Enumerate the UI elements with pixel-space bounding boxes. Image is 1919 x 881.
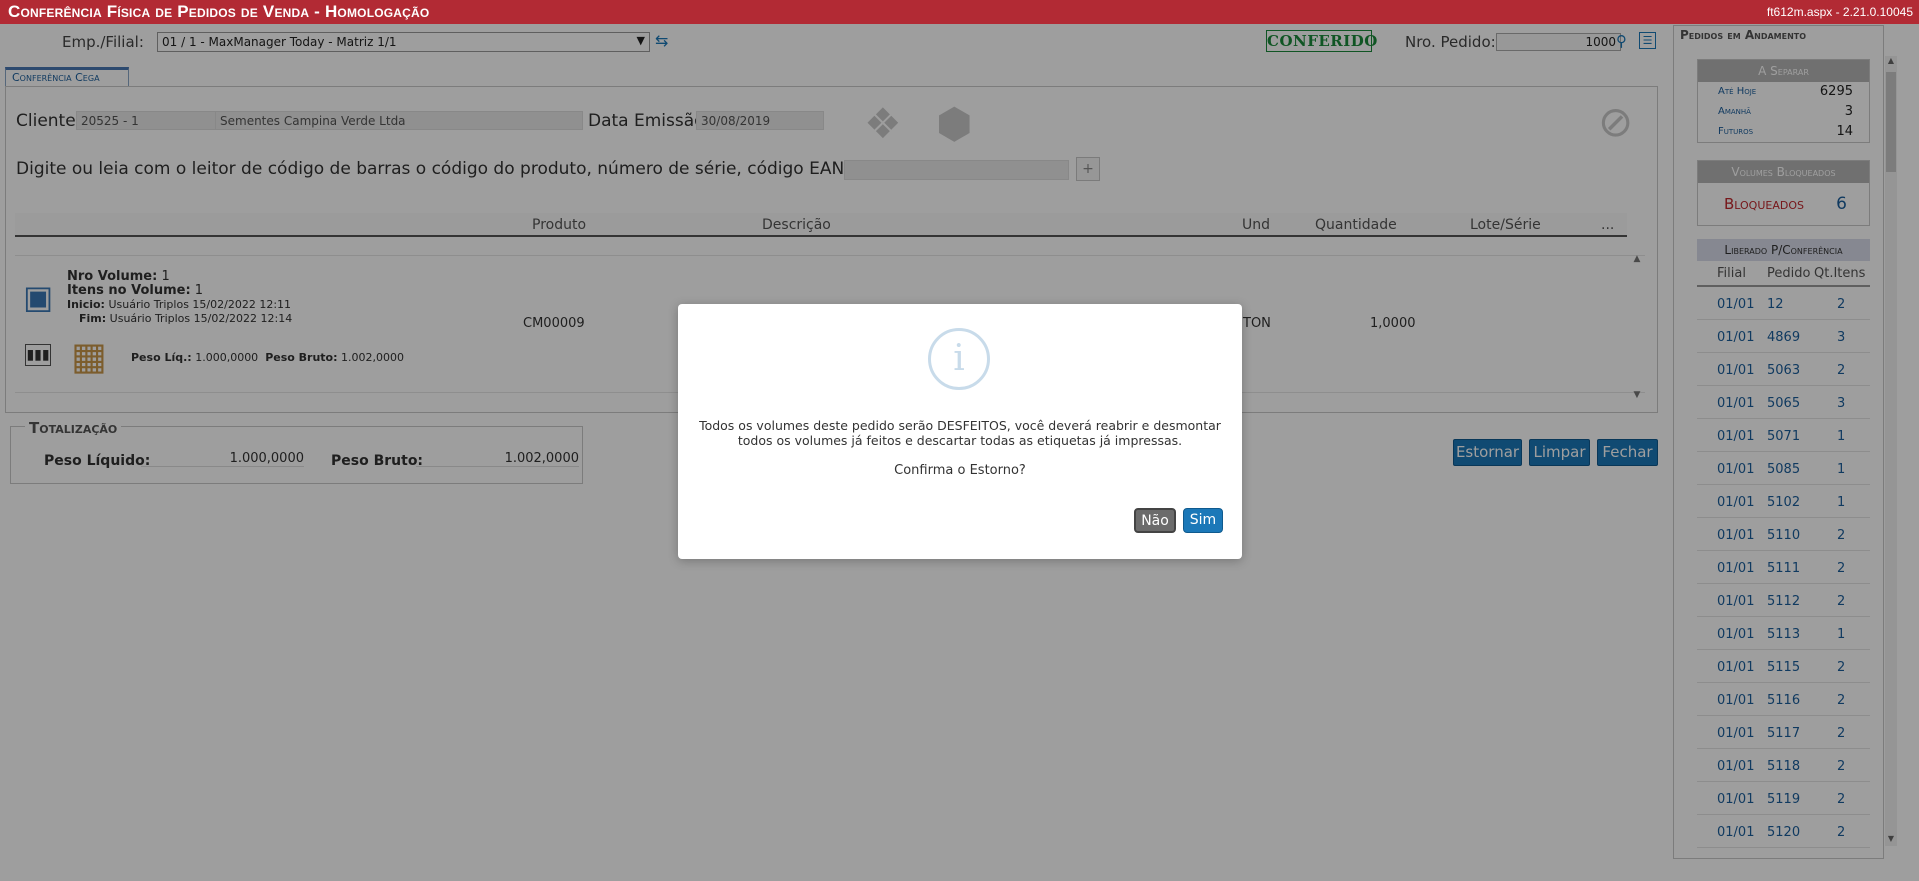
no-button[interactable]: Não <box>1134 508 1176 533</box>
dialog-message-line2: todos os volumes já feitos e descartar t… <box>737 433 1183 448</box>
confirm-dialog: i Todos os volumes deste pedido serão DE… <box>678 304 1242 559</box>
version-label: ft612m.aspx - 2.21.0.10045 <box>1766 5 1913 19</box>
dialog-question: Confirma o Estorno? <box>894 463 1026 478</box>
window-title: Conferência Física de Pedidos de Venda -… <box>8 2 430 21</box>
info-icon: i <box>928 328 990 390</box>
dialog-message-line1: Todos os volumes deste pedido serão DESF… <box>699 418 1221 433</box>
yes-button[interactable]: Sim <box>1183 508 1223 533</box>
title-bar: Conferência Física de Pedidos de Venda -… <box>0 0 1919 24</box>
